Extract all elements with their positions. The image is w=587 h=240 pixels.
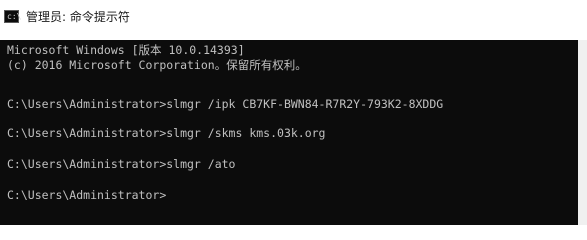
console-line-ipk-command: C:\Users\Administrator>slmgr /ipk CB7KF-… xyxy=(7,97,444,111)
title-bar[interactable]: c:\ 管理员: 命令提示符 xyxy=(0,0,587,40)
window-title: 管理员: 命令提示符 xyxy=(26,9,130,24)
vertical-scrollbar[interactable] xyxy=(578,40,587,225)
console-output[interactable]: Microsoft Windows [版本 10.0.14393] (c) 20… xyxy=(0,40,587,225)
console-line-ato-command: C:\Users\Administrator>slmgr /ato xyxy=(7,157,236,171)
command-prompt-window: c:\ 管理员: 命令提示符 Microsoft Windows [版本 10.… xyxy=(0,0,587,225)
console-prompt[interactable]: C:\Users\Administrator> xyxy=(7,188,166,202)
console-icon: c:\ xyxy=(4,9,21,23)
console-line-skms-command: C:\Users\Administrator>slmgr /skms kms.0… xyxy=(7,126,326,140)
console-line-version: Microsoft Windows [版本 10.0.14393] xyxy=(7,43,245,57)
console-line-copyright: (c) 2016 Microsoft Corporation。保留所有权利。 xyxy=(7,58,307,72)
